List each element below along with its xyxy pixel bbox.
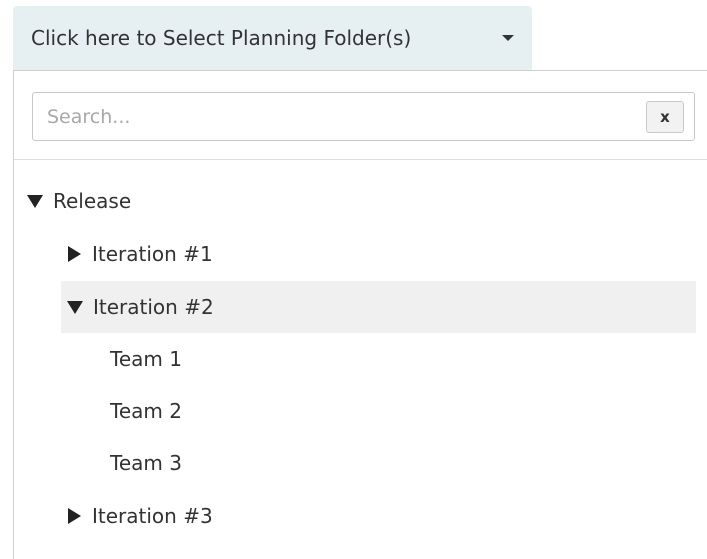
- tree-node-label: Iteration #3: [92, 504, 213, 528]
- tree-node-label: Iteration #1: [92, 242, 213, 266]
- tree-node-iteration-3[interactable]: Iteration #3: [68, 490, 697, 542]
- tree-node-iteration-2[interactable]: Iteration #2: [61, 281, 696, 333]
- search-area: x: [14, 71, 707, 160]
- tree-node-label: Release: [53, 189, 132, 213]
- tree-node-team-3[interactable]: Team 3: [110, 437, 696, 489]
- clear-search-button[interactable]: x: [646, 101, 684, 133]
- caret-down-icon: [502, 35, 514, 41]
- dropdown-label: Click here to Select Planning Folder(s): [31, 26, 412, 50]
- triangle-down-icon: [27, 194, 43, 208]
- tree-node-team-1[interactable]: Team 1: [110, 333, 696, 385]
- tree-node-label: Iteration #2: [93, 295, 214, 319]
- tree-node-label: Team 1: [110, 347, 182, 371]
- triangle-right-icon: [68, 246, 81, 262]
- tree-node-team-2[interactable]: Team 2: [110, 385, 696, 437]
- tree-node-iteration-1[interactable]: Iteration #1: [68, 228, 697, 280]
- planning-folder-dropdown-panel: x Release Iteration #1 Iteration #2 Team…: [13, 70, 707, 559]
- triangle-down-icon: [67, 300, 83, 314]
- select-planning-folder-button[interactable]: Click here to Select Planning Folder(s): [13, 6, 532, 70]
- tree-node-label: Team 2: [110, 399, 182, 423]
- tree-node-label: Team 3: [110, 451, 182, 475]
- tree-node-release[interactable]: Release: [27, 175, 697, 227]
- search-input[interactable]: [32, 92, 695, 141]
- triangle-right-icon: [68, 508, 81, 524]
